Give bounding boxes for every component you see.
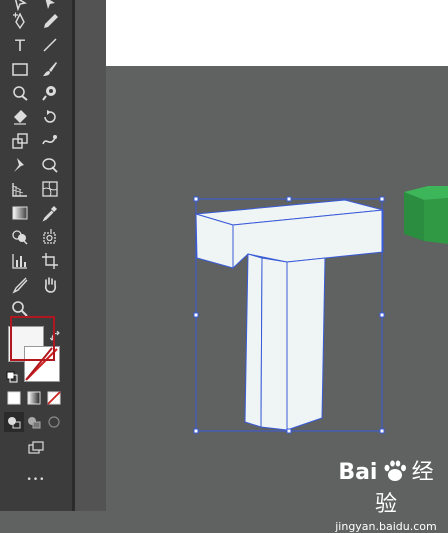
t-stem-front [260, 257, 288, 431]
bbox-handle-tr [379, 196, 385, 202]
bbox-handle-mr [379, 312, 385, 318]
bbox-handle-tm [286, 196, 292, 202]
bbox-handle-tl [193, 196, 199, 202]
paw-logo-icon [384, 460, 406, 481]
t-stem-side [244, 253, 263, 428]
3d-letter-t[interactable] [195, 199, 384, 431]
baidu-jingyan-watermark: Bai 经验 jingyan.baidu.com [330, 454, 442, 533]
bbox-handle-bm [286, 428, 292, 434]
artwork-layer [193, 186, 448, 434]
bbox-handle-bl [193, 428, 199, 434]
bbox-handle-ml [193, 312, 199, 318]
green-3d-object[interactable] [404, 186, 448, 244]
t-stem-right [286, 257, 326, 431]
watermark-url: jingyan.baidu.com [335, 520, 437, 533]
watermark-brand: Bai [338, 460, 378, 485]
bbox-handle-br [379, 428, 385, 434]
